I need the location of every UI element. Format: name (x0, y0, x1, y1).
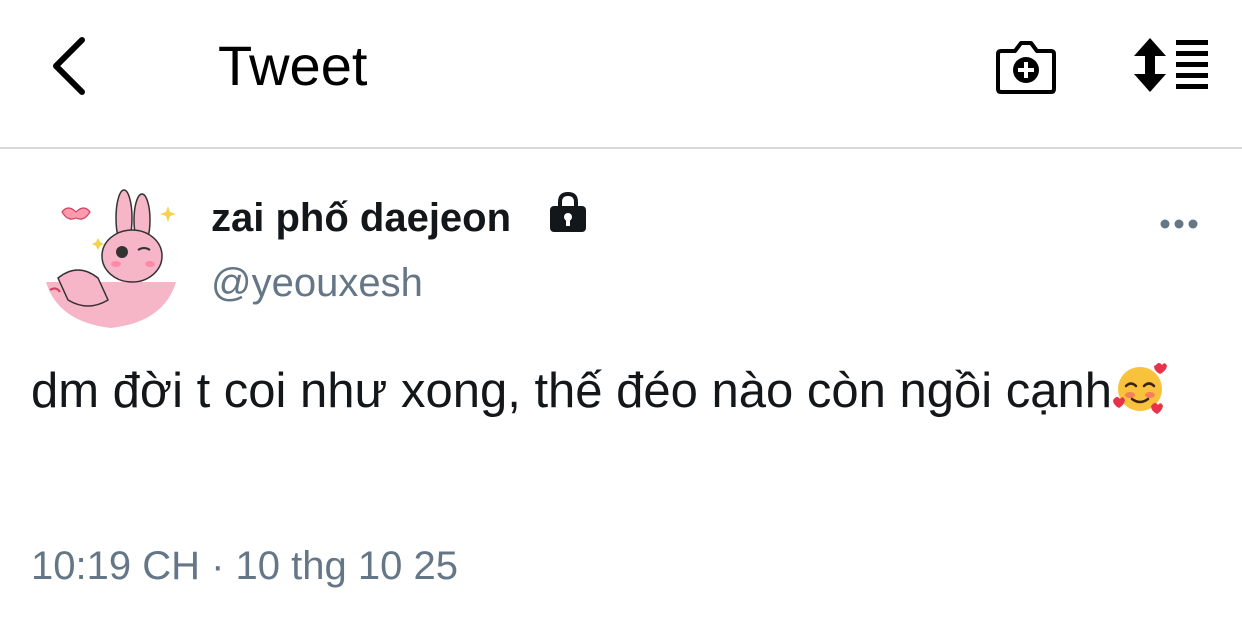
chevron-left-icon (53, 37, 85, 95)
smiling-face-with-hearts-icon (1112, 359, 1168, 415)
camera-button[interactable] (992, 34, 1060, 98)
more-dots-icon (1160, 219, 1198, 229)
lock-icon (546, 190, 590, 234)
user-handle[interactable]: @yeouxesh (211, 258, 423, 308)
sort-list-icon (1134, 38, 1208, 92)
pink-bunny-avatar (39, 183, 183, 328)
tweet-timestamp: 10:19 CH · 10 thg 10 25 (31, 544, 458, 588)
display-name[interactable]: zai phố daejeon (211, 194, 511, 242)
page-title: Tweet (218, 34, 368, 97)
back-button[interactable] (40, 34, 96, 98)
sort-button[interactable] (1128, 34, 1212, 96)
tweet-text: dm đời t coi như xong, thế đéo nào còn n… (31, 354, 1211, 428)
top-bar: Tweet (0, 0, 1242, 149)
tweet-text-content: dm đời t coi như xong, thế đéo nào còn n… (31, 364, 1113, 418)
camera-plus-icon (996, 41, 1056, 94)
more-options-button[interactable] (1154, 204, 1204, 244)
avatar[interactable] (38, 182, 184, 328)
